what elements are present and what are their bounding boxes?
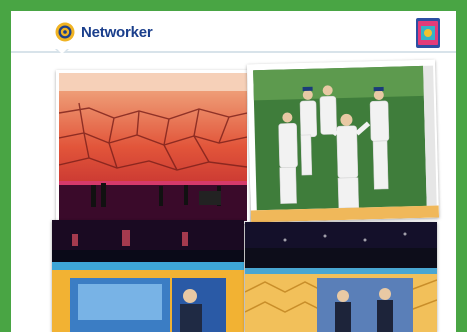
rotary-wheel-icon[interactable] [55,22,75,42]
header-bar [11,11,456,53]
photo-stage-speakers[interactable] [245,222,437,332]
photo-cricket-team[interactable] [246,59,440,223]
photo-stage-blue-screen[interactable] [52,220,244,332]
photo-stage-desert[interactable] [56,70,250,224]
app-title: Networker [81,24,153,41]
app-badge-icon[interactable] [416,18,440,48]
